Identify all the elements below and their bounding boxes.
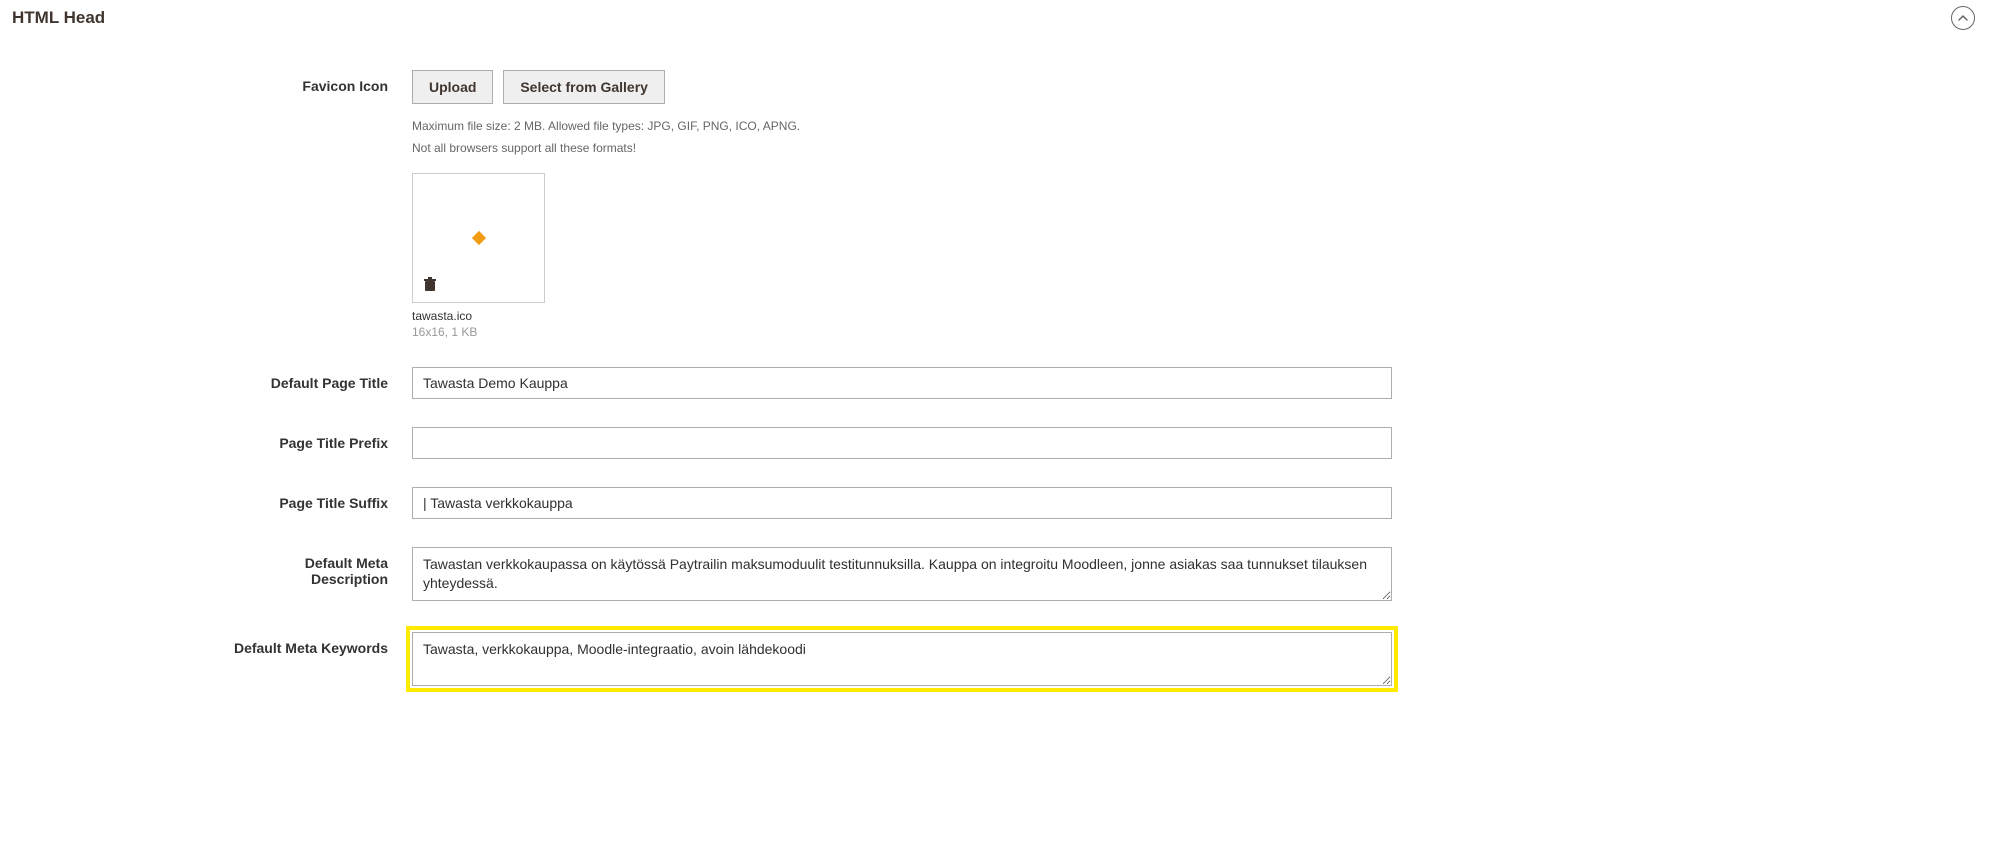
favicon-preview-icon — [471, 231, 485, 245]
favicon-thumbnail-wrap: tawasta.ico 16x16, 1 KB — [412, 173, 1392, 339]
label-page-title-prefix: Page Title Prefix — [232, 427, 412, 451]
delete-favicon-button[interactable] — [421, 277, 439, 296]
row-default-page-title: Default Page Title — [232, 367, 1392, 399]
row-page-title-suffix: Page Title Suffix — [232, 487, 1392, 519]
favicon-note: Maximum file size: 2 MB. Allowed file ty… — [412, 116, 1392, 159]
row-favicon: Favicon Icon Upload Select from Gallery … — [232, 70, 1392, 339]
label-default-meta-description: Default Meta Description — [232, 547, 412, 587]
default-page-title-input[interactable] — [412, 367, 1392, 399]
row-default-meta-description: Default Meta Description — [232, 547, 1392, 604]
label-default-page-title: Default Page Title — [232, 367, 412, 391]
favicon-filemeta: 16x16, 1 KB — [412, 325, 1392, 339]
label-page-title-suffix: Page Title Suffix — [232, 487, 412, 511]
page-title-prefix-input[interactable] — [412, 427, 1392, 459]
section-title: HTML Head — [12, 8, 105, 28]
label-favicon: Favicon Icon — [232, 70, 412, 94]
html-head-section: HTML Head Favicon Icon Upload Select fro… — [0, 0, 1993, 689]
form-area: Favicon Icon Upload Select from Gallery … — [232, 70, 1392, 689]
row-page-title-prefix: Page Title Prefix — [232, 427, 1392, 459]
control-favicon: Upload Select from Gallery Maximum file … — [412, 70, 1392, 339]
upload-button[interactable]: Upload — [412, 70, 493, 104]
default-meta-keywords-textarea[interactable] — [412, 632, 1392, 686]
default-meta-description-textarea[interactable] — [412, 547, 1392, 601]
chevron-up-icon — [1957, 12, 1969, 24]
row-default-meta-keywords: Default Meta Keywords — [232, 632, 1392, 689]
trash-icon — [423, 277, 437, 293]
select-from-gallery-button[interactable]: Select from Gallery — [503, 70, 665, 104]
collapse-toggle[interactable] — [1951, 6, 1975, 30]
note-line1: Maximum file size: 2 MB. Allowed file ty… — [412, 116, 1392, 138]
favicon-thumbnail[interactable] — [412, 173, 545, 303]
section-header: HTML Head — [12, 0, 1981, 70]
note-line2: Not all browsers support all these forma… — [412, 138, 1392, 160]
favicon-filename: tawasta.ico — [412, 309, 1392, 323]
page-title-suffix-input[interactable] — [412, 487, 1392, 519]
label-default-meta-keywords: Default Meta Keywords — [232, 632, 412, 656]
